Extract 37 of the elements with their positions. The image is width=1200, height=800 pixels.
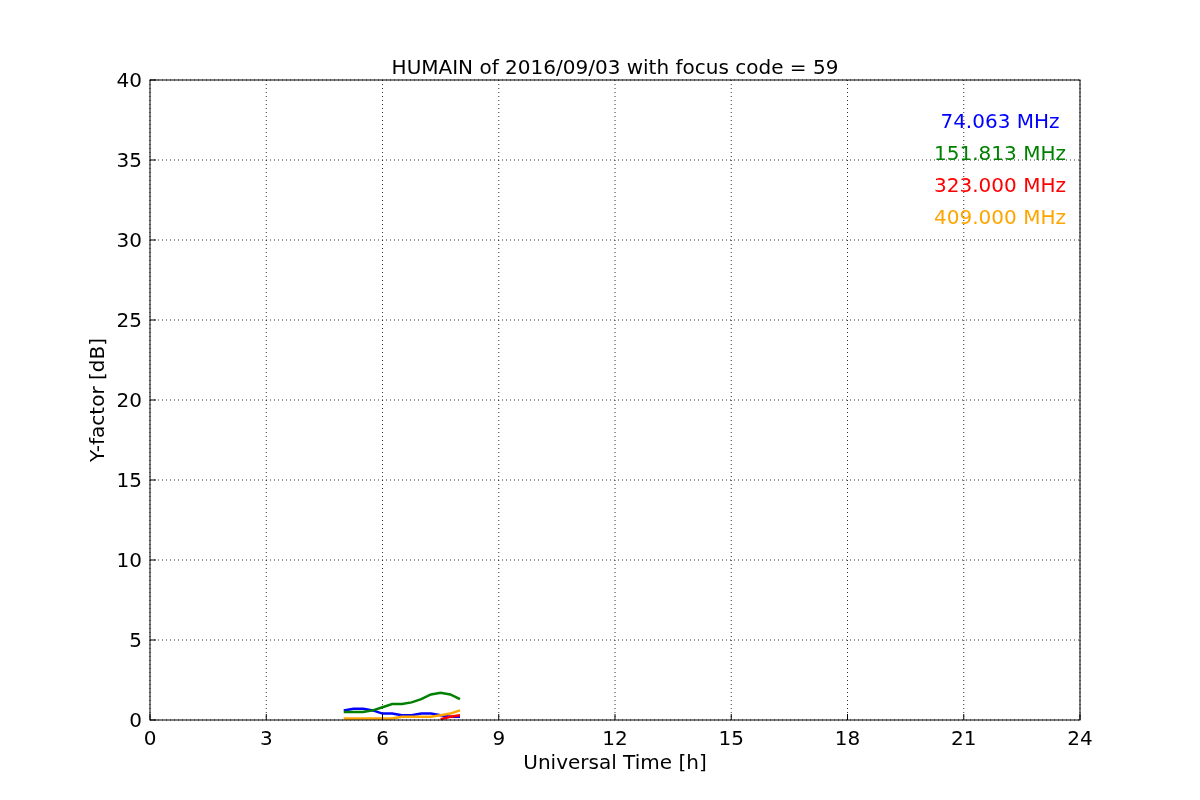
y-tick-label: 10 [116,548,142,572]
legend-label: 151.813 MHz [934,141,1066,165]
legend-label: 74.063 MHz [940,109,1060,133]
x-tick-label: 15 [718,726,744,750]
x-tick-label: 6 [376,726,389,750]
y-tick-label: 35 [116,148,142,172]
y-tick-mark [149,719,157,721]
x-tick-label: 21 [951,726,977,750]
y-tick-label: 5 [129,628,142,652]
y-tick-label: 25 [116,308,142,332]
y-tick-label: 40 [116,68,142,92]
x-tick-mark [149,713,151,721]
x-tick-label: 24 [1067,726,1093,750]
x-tick-label: 0 [143,726,157,750]
y-tick-mark [149,79,157,81]
y-tick-label: 0 [129,708,142,732]
y-tick-label: 15 [116,468,142,492]
y-tick-mark [149,239,157,241]
y-tick-mark [149,479,157,481]
x-tick-label: 3 [259,726,273,750]
x-axis-label: Universal Time [h] [523,750,707,774]
x-tick-label: 9 [492,726,506,750]
y-tick-label: 20 [116,388,142,412]
x-tick-label: 18 [834,726,861,750]
chart-title: HUMAIN of 2016/09/03 with focus code = 59 [391,55,839,79]
y-tick-mark [149,559,157,561]
y-tick-mark [149,399,157,401]
y-tick-mark [149,159,157,161]
legend-label: 409.000 MHz [934,205,1066,229]
y-tick-mark [149,639,157,641]
legend-label: 323.000 MHz [934,173,1066,197]
x-tick-mark [1079,713,1081,721]
x-tick-mark [382,713,383,721]
y-tick-mark [149,319,157,321]
y-tick-label: 30 [116,228,142,252]
y-axis-label: Y-factor [dB] [85,338,109,462]
x-tick-label: 12 [602,726,628,750]
